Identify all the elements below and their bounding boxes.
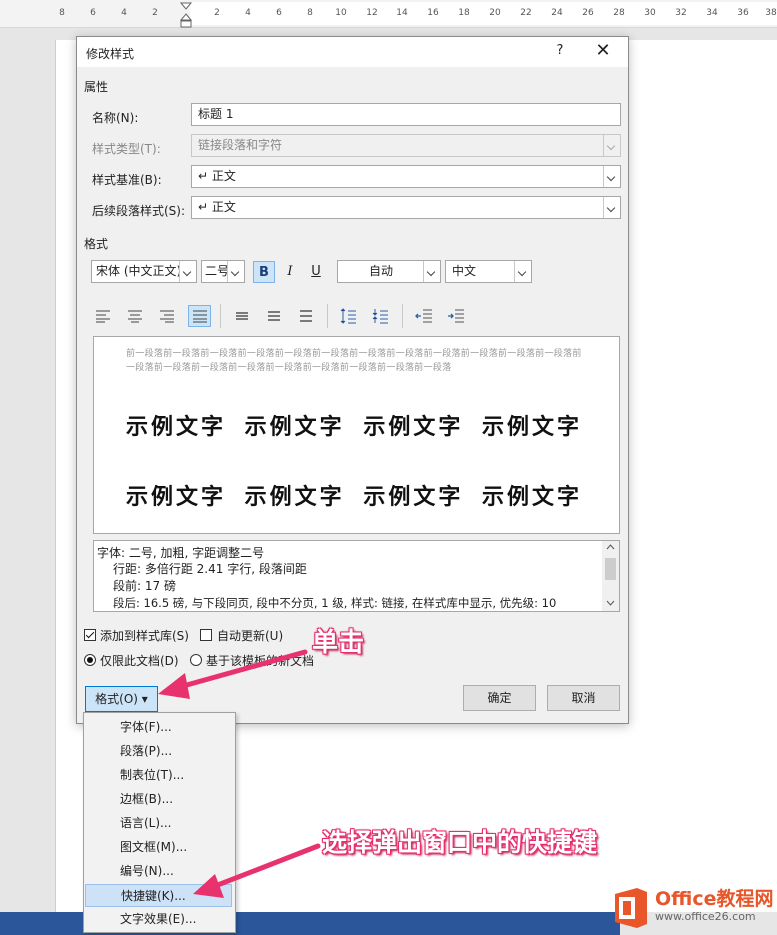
click-arrow-icon bbox=[158, 649, 308, 699]
annotation-arrows bbox=[158, 649, 321, 898]
office-logo-icon bbox=[615, 888, 647, 928]
watermark-brand: Office教程网 bbox=[655, 888, 774, 910]
select-annotation: 选择弹出窗口中的快捷键 bbox=[322, 828, 598, 857]
select-arrow-icon bbox=[193, 843, 321, 898]
watermark-url: www.office26.com bbox=[655, 910, 756, 923]
click-annotation: 单击 bbox=[312, 628, 365, 658]
office26-watermark: Office教程网 www.office26.com bbox=[611, 880, 777, 935]
